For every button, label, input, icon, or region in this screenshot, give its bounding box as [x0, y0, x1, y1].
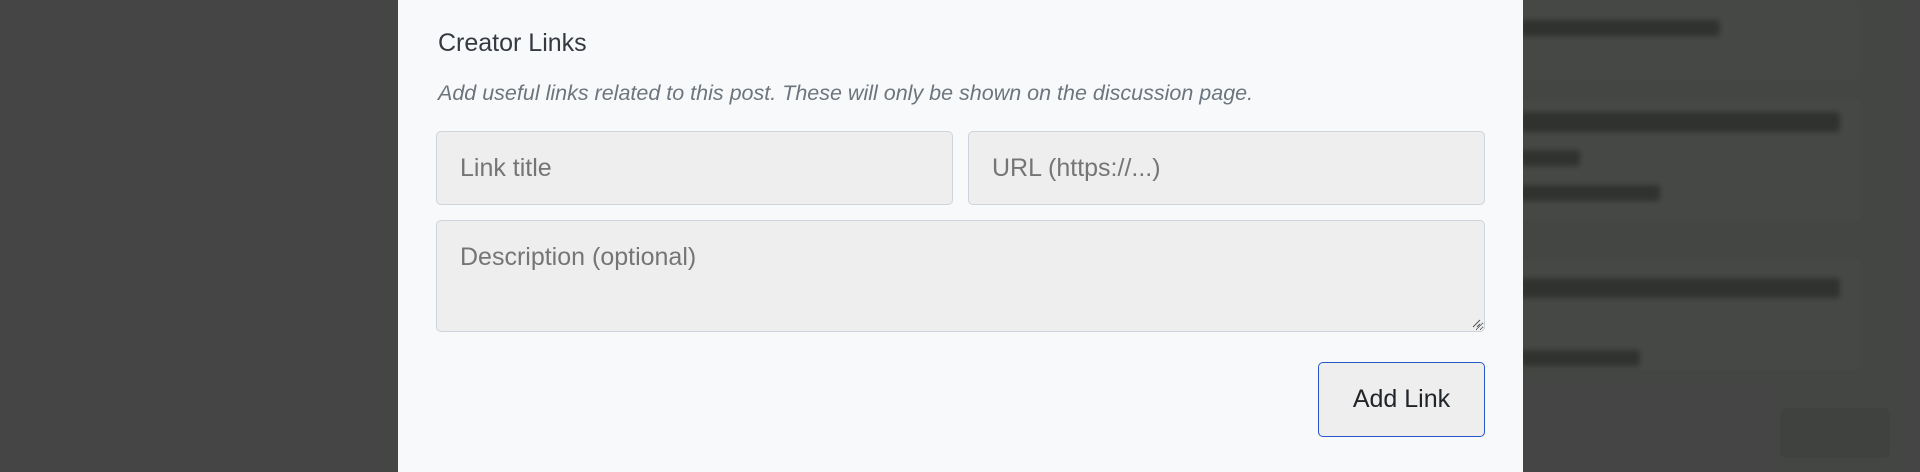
add-link-button[interactable]: Add Link — [1318, 362, 1485, 437]
link-description-textarea[interactable] — [436, 220, 1485, 332]
link-title-input[interactable] — [436, 131, 953, 205]
resize-handle-icon[interactable] — [1471, 318, 1481, 328]
creator-links-help-text: Add useful links related to this post. T… — [438, 81, 1254, 105]
link-url-input[interactable] — [968, 131, 1485, 205]
creator-links-title: Creator Links — [438, 29, 587, 57]
